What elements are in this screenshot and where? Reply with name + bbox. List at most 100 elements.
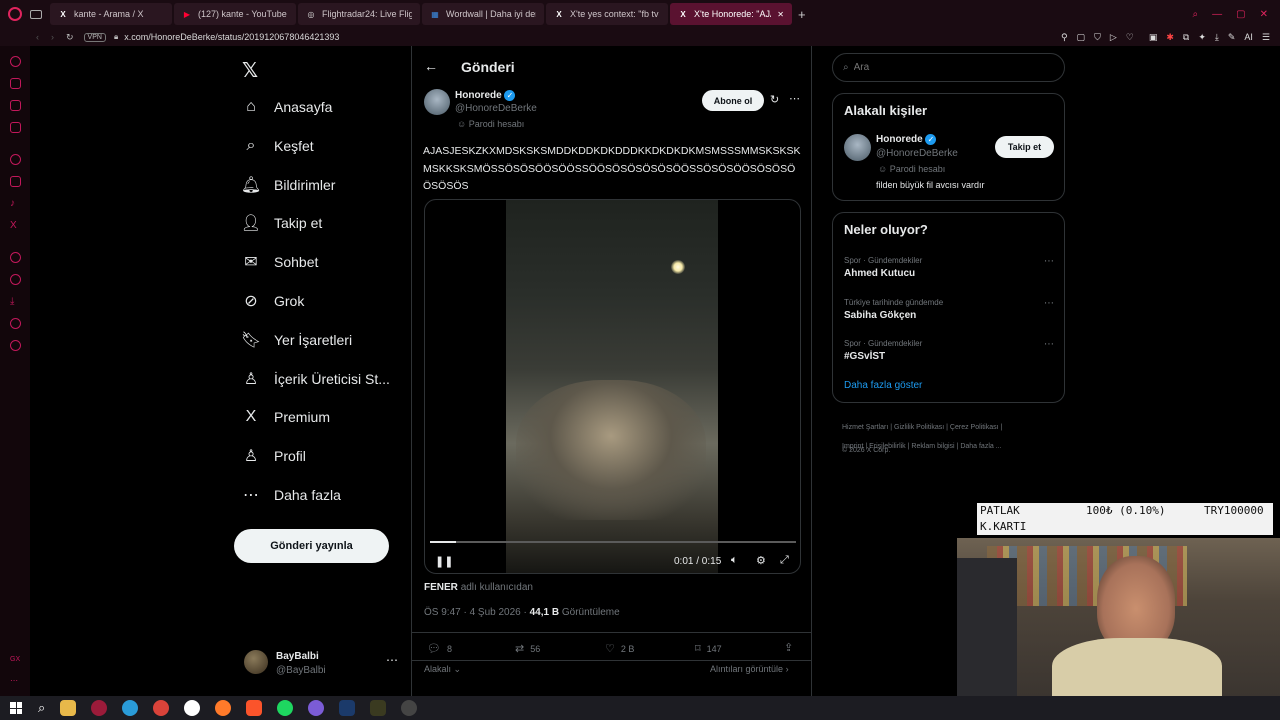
x-logo-icon[interactable]: 𝕏: [242, 58, 258, 83]
person-name[interactable]: Honorede: [876, 134, 923, 145]
discord-icon[interactable]: [308, 700, 325, 716]
video-player[interactable]: ❚❚ 0:01 / 0:15 🔈︎ ⚙ ⤢: [424, 199, 801, 574]
new-tab-button[interactable]: +: [798, 7, 806, 22]
trend-more-icon[interactable]: ⋯: [1044, 339, 1054, 350]
aria-icon[interactable]: [10, 56, 21, 67]
browser-tab[interactable]: X X'te Honorede: "AJAS ✕: [670, 3, 792, 25]
footer-link[interactable]: Çerez Politikası: [950, 424, 999, 431]
footer-link[interactable]: Daha fazla ...: [960, 443, 1001, 450]
share-icon[interactable]: ⇪: [784, 641, 793, 654]
clipboard-icon[interactable]: ⧉: [1183, 32, 1189, 43]
edit-icon[interactable]: ✎: [1228, 32, 1236, 43]
opera-logo-icon[interactable]: [8, 7, 22, 21]
clock-icon[interactable]: [10, 274, 21, 285]
author-name[interactable]: Honorede: [455, 90, 502, 101]
nav-item-1[interactable]: ⌕ Keşfet: [242, 137, 314, 155]
nav-item-7[interactable]: ♙ İçerik Üreticisi St...: [242, 370, 390, 388]
opera-gx-icon[interactable]: [91, 700, 108, 716]
browser-tab[interactable]: ▶ (127) kante - YouTube: [174, 3, 296, 25]
browser-tab[interactable]: X X'te yes context: "fb tv hh: [546, 3, 668, 25]
post-button[interactable]: Gönderi yayınla: [234, 529, 389, 563]
x-sidebar-icon[interactable]: X: [10, 220, 21, 231]
history-icon[interactable]: [10, 252, 21, 263]
nav-item-8[interactable]: X Premium: [242, 408, 330, 426]
author-avatar[interactable]: [424, 89, 450, 115]
account-switcher[interactable]: BayBalbi @BayBalbi ⋯: [242, 648, 402, 680]
trend-item[interactable]: Spor · Gündemdekiler Ahmed Kutucu ⋯: [844, 256, 1054, 279]
spotify-icon[interactable]: [277, 700, 294, 716]
downloads-icon[interactable]: ⤓: [10, 296, 21, 307]
windows-start-icon[interactable]: [10, 702, 22, 714]
ai-icon[interactable]: [10, 78, 21, 89]
obs-icon[interactable]: [401, 700, 418, 716]
footer-link[interactable]: Reklam bilgisi: [911, 443, 954, 450]
post-more-icon[interactable]: ⋯: [789, 92, 800, 105]
taskbar-search-icon[interactable]: ⌕: [38, 700, 45, 716]
instagram-icon[interactable]: [10, 176, 21, 187]
nav-item-5[interactable]: ⊘ Grok: [242, 292, 304, 310]
vpn-badge[interactable]: VPN: [83, 32, 106, 42]
menu-icon[interactable]: ☰: [1262, 32, 1270, 43]
like-button[interactable]: ♡ 2 B: [605, 642, 634, 655]
gx-icon[interactable]: GX: [10, 656, 21, 667]
search-input[interactable]: [853, 62, 1044, 73]
account-more-icon[interactable]: ⋯: [386, 653, 398, 667]
shield-icon[interactable]: ⛉: [1094, 32, 1101, 43]
reload-icon[interactable]: ↻: [66, 32, 74, 43]
settings-gear-icon[interactable]: [10, 340, 21, 351]
related-sort[interactable]: Alakalı ⌄: [424, 664, 461, 675]
nav-item-9[interactable]: ♙ Profil: [242, 447, 306, 465]
trend-item[interactable]: Türkiye tarihinde gündemde Sabiha Gökçen ⋯: [844, 298, 1054, 321]
edge-icon[interactable]: [122, 700, 139, 716]
nav-item-4[interactable]: ✉ Sohbet: [242, 253, 318, 271]
twitch-icon[interactable]: [10, 122, 21, 133]
search-box[interactable]: ⌕: [832, 53, 1065, 82]
brave-icon[interactable]: [246, 700, 263, 716]
file-explorer-icon[interactable]: [60, 700, 77, 716]
bookmark-button[interactable]: ⌑ 147: [695, 642, 722, 655]
sidebar-settings-icon[interactable]: [10, 318, 21, 329]
view-quotes-link[interactable]: Alıntıları görüntüle ›: [710, 664, 789, 674]
snapshot-icon[interactable]: ▢: [1077, 32, 1086, 43]
volume-icon[interactable]: 🔈︎: [731, 554, 738, 567]
forward-icon[interactable]: ›: [51, 32, 54, 42]
follow-button[interactable]: Takip et: [995, 136, 1054, 158]
ai-button[interactable]: AI: [1244, 32, 1253, 43]
firefox-icon[interactable]: [215, 700, 232, 716]
back-arrow-icon[interactable]: ←: [424, 58, 438, 74]
minimize-button[interactable]: —: [1212, 9, 1222, 20]
steam-icon[interactable]: [339, 700, 356, 716]
back-icon[interactable]: ‹: [36, 32, 39, 42]
wallet-icon[interactable]: ▣: [1149, 32, 1158, 43]
maximize-button[interactable]: ▢: [1236, 9, 1245, 20]
more-dots-icon[interactable]: ⋯: [10, 676, 21, 687]
heart-icon[interactable]: ♡: [1126, 32, 1134, 43]
footer-link[interactable]: Hizmet Şartları: [842, 424, 888, 431]
nav-item-3[interactable]: 👤︎ Takip et: [241, 214, 322, 232]
repost-button[interactable]: ⇄ 56: [515, 642, 540, 655]
grok-analyze-icon[interactable]: ↻: [770, 93, 779, 106]
app-icon[interactable]: [370, 700, 387, 716]
browser-tab[interactable]: ◎ Flightradar24: Live Flight: [298, 3, 420, 25]
messenger-icon[interactable]: [10, 100, 21, 111]
person-avatar[interactable]: [844, 134, 871, 161]
browser-tab[interactable]: ▦ Wordwall | Daha iyi dersle: [422, 3, 544, 25]
source-user[interactable]: FENER: [424, 582, 458, 593]
tiktok-icon[interactable]: ♪: [10, 198, 21, 209]
trend-more-icon[interactable]: ⋯: [1044, 298, 1054, 309]
close-window-button[interactable]: ✕: [1260, 9, 1268, 20]
subscribe-button[interactable]: Abone ol: [702, 90, 764, 111]
play-icon[interactable]: ▷: [1110, 32, 1117, 43]
workspaces-icon[interactable]: [30, 9, 42, 19]
whatsapp-icon[interactable]: [10, 154, 21, 165]
video-settings-icon[interactable]: ⚙: [756, 554, 766, 567]
nav-item-10[interactable]: ⋯ Daha fazla: [242, 486, 341, 504]
pin-icon[interactable]: ⚲: [1061, 32, 1068, 43]
nav-item-6[interactable]: 🔖︎ Yer İşaretleri: [241, 331, 352, 349]
nav-item-2[interactable]: 🔔︎ Bildirimler: [241, 176, 336, 194]
show-more-link[interactable]: Daha fazla göster: [844, 380, 922, 391]
close-tab-icon[interactable]: ✕: [777, 10, 784, 19]
search-tabs-icon[interactable]: ⌕: [1193, 9, 1199, 20]
video-progress-track[interactable]: [430, 541, 796, 543]
person-handle[interactable]: @HonoreDeBerke: [876, 148, 958, 159]
